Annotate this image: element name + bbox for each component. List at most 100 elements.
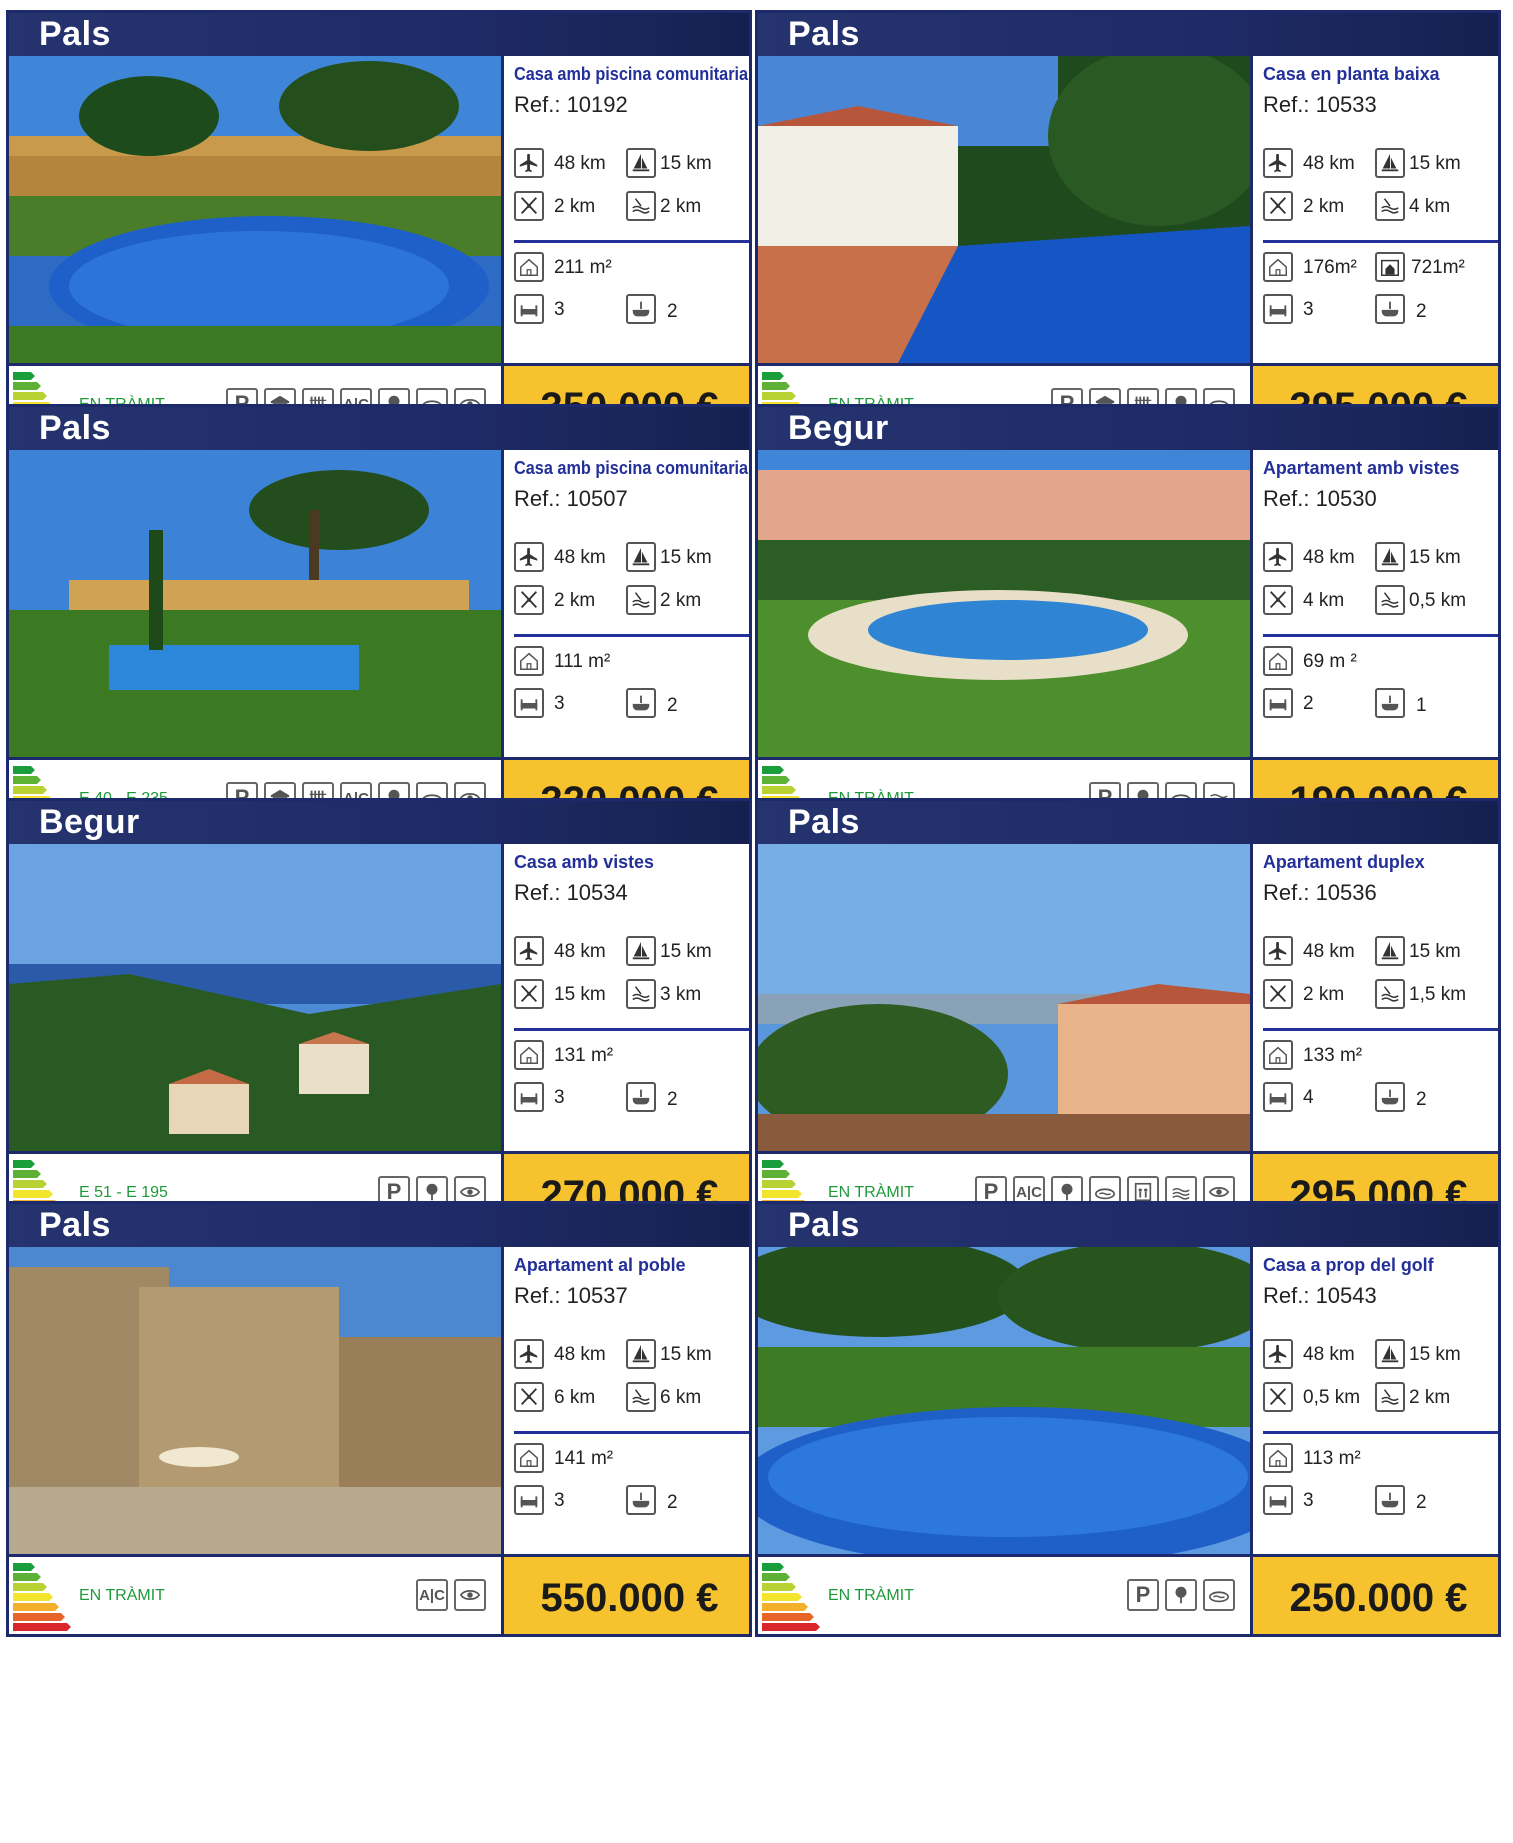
built-area: 133 m²	[1303, 1045, 1363, 1066]
golf-icon	[514, 979, 544, 1009]
distance-row: 48 km 15 km	[1253, 542, 1498, 578]
price: 550.000 €	[501, 1554, 749, 1634]
size-row: 69 m ²	[1253, 646, 1498, 682]
distance-row: 6 km 6 km	[504, 1382, 749, 1418]
property-info: Apartament amb vistes Ref.: 10530 48 km …	[1250, 450, 1498, 757]
house-area-icon	[514, 1443, 544, 1473]
listing-card[interactable]: Pals Apartament duplex Ref.: 10536 48 km…	[755, 798, 1501, 1234]
plot-area: 721m²	[1411, 257, 1465, 278]
property-reference: Ref.: 10537	[514, 1283, 628, 1308]
port-distance: 15 km	[660, 547, 712, 568]
bed-icon	[1263, 688, 1293, 718]
divider	[1263, 1028, 1498, 1031]
property-title: Casa amb piscina comunitaria	[514, 458, 749, 478]
energy-rating-icon	[13, 1563, 71, 1631]
port-distance: 15 km	[660, 153, 712, 174]
listings-grid: Pals Casa amb piscina comunitaria Ref.: …	[0, 0, 1513, 1843]
rooms-row: 2 1	[1253, 688, 1498, 724]
size-row: 211 m²	[504, 252, 749, 288]
golf-icon	[1263, 585, 1293, 615]
beach-icon	[1375, 1382, 1405, 1412]
distance-row: 2 km 2 km	[504, 585, 749, 621]
card-header: Pals	[758, 801, 1498, 844]
card-header: Pals	[758, 13, 1498, 56]
property-info: Casa en planta baixa Ref.: 10533 48 km 1…	[1250, 56, 1498, 363]
size-row: 131 m²	[504, 1040, 749, 1076]
listing-card[interactable]: Begur Apartament amb vistes Ref.: 10530 …	[755, 404, 1501, 840]
port-icon	[626, 148, 656, 178]
property-photo[interactable]	[758, 56, 1250, 363]
listing-card[interactable]: Pals Casa a prop del golf Ref.: 10543 48…	[755, 1201, 1501, 1637]
rooms-row: 3 2	[504, 294, 749, 330]
listing-card[interactable]: Pals Casa en planta baixa Ref.: 10533 48…	[755, 10, 1501, 446]
airport-icon	[514, 1339, 544, 1369]
property-photo[interactable]	[9, 844, 501, 1151]
house-area-icon	[514, 1040, 544, 1070]
bed-icon	[1263, 1485, 1293, 1515]
distance-row: 15 km 3 km	[504, 979, 749, 1015]
property-photo[interactable]	[758, 450, 1250, 757]
bath-icon	[626, 294, 656, 324]
airport-icon	[1263, 148, 1293, 178]
bathrooms: 2	[667, 1492, 678, 1513]
listing-card[interactable]: Pals Casa amb piscina comunitaria Ref.: …	[6, 10, 752, 446]
port-icon	[1375, 542, 1405, 572]
house-area-icon	[1263, 252, 1293, 282]
bedrooms: 4	[1303, 1087, 1314, 1108]
bed-icon	[514, 1082, 544, 1112]
golf-icon	[1263, 191, 1293, 221]
listing-card[interactable]: Pals Apartament al poble Ref.: 10537 48 …	[6, 1201, 752, 1637]
port-distance: 15 km	[660, 1344, 712, 1365]
beach-distance: 2 km	[660, 196, 702, 217]
town-name: Begur	[39, 803, 140, 841]
bedrooms: 3	[554, 299, 565, 320]
bed-icon	[514, 294, 544, 324]
beach-icon	[626, 585, 656, 615]
card-footer: EN TRÀMIT P	[758, 1554, 1250, 1634]
card-header: Pals	[9, 13, 749, 56]
distance-row: 2 km 2 km	[504, 191, 749, 227]
bath-icon	[1375, 688, 1405, 718]
bedrooms: 3	[1303, 299, 1314, 320]
property-photo[interactable]	[758, 1247, 1250, 1554]
listing-card[interactable]: Begur Casa amb vistes Ref.: 10534 48 km …	[6, 798, 752, 1234]
port-icon	[1375, 148, 1405, 178]
house-area-icon	[1263, 1040, 1293, 1070]
beach-distance: 2 km	[660, 590, 702, 611]
house-area-icon	[514, 646, 544, 676]
parking-icon: P	[1127, 1579, 1159, 1611]
property-title: Casa amb vistes	[514, 852, 654, 872]
property-info: Apartament duplex Ref.: 10536 48 km 15 k…	[1250, 844, 1498, 1151]
beach-distance: 1,5 km	[1409, 984, 1467, 1005]
built-area: 141 m²	[554, 1448, 614, 1469]
built-area: 113 m²	[1303, 1448, 1361, 1469]
property-title: Apartament duplex	[1263, 852, 1425, 872]
bedrooms: 3	[554, 693, 565, 714]
amenities: P	[1127, 1579, 1235, 1611]
airport-icon	[514, 148, 544, 178]
built-area: 69 m ²	[1303, 651, 1357, 672]
rooms-row: 3 2	[1253, 1485, 1498, 1521]
card-header: Pals	[758, 1204, 1498, 1247]
divider	[514, 1431, 749, 1434]
property-title: Apartament amb vistes	[1263, 458, 1460, 478]
golf-distance: 2 km	[554, 590, 596, 611]
size-row: 176m² 721m²	[1253, 252, 1498, 288]
beach-icon	[1375, 191, 1405, 221]
beach-icon	[626, 1382, 656, 1412]
distance-row: 48 km 15 km	[504, 936, 749, 972]
golf-distance: 0,5 km	[1303, 1387, 1361, 1408]
bathrooms: 2	[667, 301, 678, 322]
size-row: 111 m²	[504, 646, 749, 682]
plot-icon	[1375, 252, 1405, 282]
rooms-row: 3 2	[504, 1082, 749, 1118]
property-photo[interactable]	[758, 844, 1250, 1151]
listing-card[interactable]: Pals Casa amb piscina comunitaria Ref.: …	[6, 404, 752, 840]
airport-icon	[514, 936, 544, 966]
property-photo[interactable]	[9, 450, 501, 757]
property-title: Casa a prop del golf	[1263, 1255, 1434, 1275]
town-name: Pals	[39, 15, 111, 53]
property-reference: Ref.: 10534	[514, 880, 628, 905]
property-photo[interactable]	[9, 1247, 501, 1554]
property-photo[interactable]	[9, 56, 501, 363]
